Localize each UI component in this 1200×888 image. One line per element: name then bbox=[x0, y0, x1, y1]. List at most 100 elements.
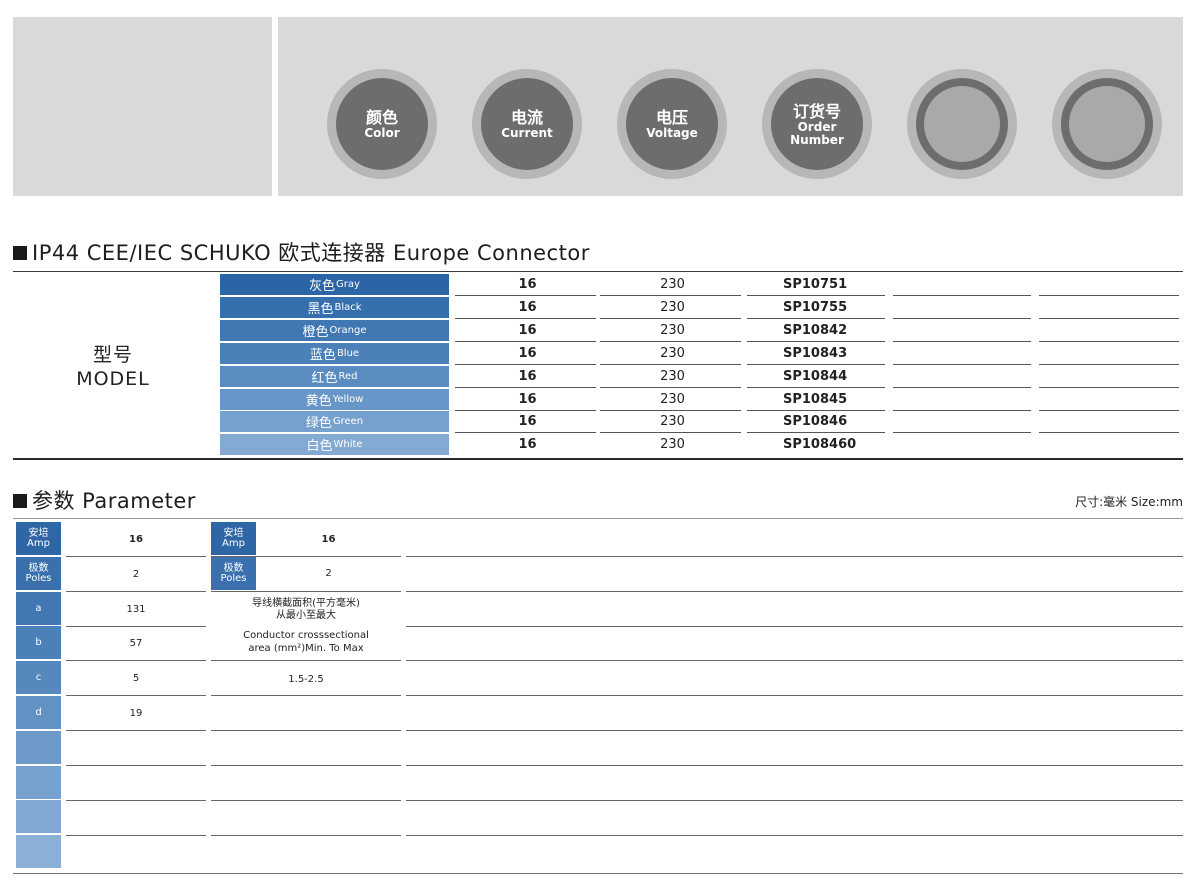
param-tag-en: Amp bbox=[27, 537, 50, 549]
badge-current-cn: 电流 bbox=[510, 108, 543, 127]
model-color-cell: 黄色 Yellow bbox=[220, 389, 449, 410]
title-square-icon bbox=[13, 494, 27, 508]
order-number-value: SP10844 bbox=[783, 369, 848, 384]
row-divider bbox=[893, 295, 1031, 296]
row-divider bbox=[893, 364, 1031, 365]
param-row-divider bbox=[406, 556, 1183, 557]
param-tag-en: c bbox=[35, 671, 42, 683]
voltage-value: 230 bbox=[660, 323, 685, 338]
row-divider bbox=[600, 318, 741, 319]
row-divider bbox=[455, 341, 596, 342]
param-value: 131 bbox=[126, 604, 146, 615]
param-row-divider bbox=[406, 765, 1183, 766]
param-right-amp-tag: 安培 Amp bbox=[211, 522, 256, 555]
model-color-cell: 绿色 Green bbox=[220, 411, 449, 432]
param-right-amp-value: 16 bbox=[321, 534, 336, 545]
param-row-divider bbox=[66, 591, 206, 592]
row-divider bbox=[1039, 410, 1179, 411]
conductor-en-line1: Conductor crosssectional bbox=[243, 630, 369, 641]
color-cn: 绿色 bbox=[305, 416, 332, 431]
badge-order-en: Order Number bbox=[790, 119, 844, 147]
row-divider bbox=[455, 364, 596, 365]
model-label-cn: 型号 bbox=[92, 344, 133, 366]
row-divider bbox=[600, 364, 741, 365]
order-number-value: SP10846 bbox=[783, 414, 848, 429]
param-tag-en: b bbox=[35, 636, 42, 648]
color-cn: 红色 bbox=[311, 371, 338, 386]
model-label: 型号 MODEL bbox=[13, 343, 213, 391]
color-cn: 灰色 bbox=[309, 279, 336, 294]
param-value: 2 bbox=[132, 569, 140, 580]
param-right-poles-en: Poles bbox=[220, 572, 247, 584]
voltage-value: 230 bbox=[660, 392, 685, 407]
param-row-divider bbox=[211, 660, 401, 661]
row-divider bbox=[600, 387, 741, 388]
param-title-text: 参数 Parameter bbox=[32, 489, 196, 513]
color-en: Gray bbox=[336, 279, 360, 290]
param-row-divider bbox=[406, 835, 1183, 836]
param-row-divider bbox=[66, 800, 206, 801]
param-row-divider bbox=[66, 835, 206, 836]
row-divider bbox=[455, 295, 596, 296]
param-value: 16 bbox=[129, 534, 143, 545]
row-divider bbox=[1039, 295, 1179, 296]
row-divider bbox=[1039, 432, 1179, 433]
voltage-value: 230 bbox=[660, 437, 685, 452]
color-en: White bbox=[333, 439, 363, 450]
current-value: 16 bbox=[518, 346, 537, 361]
badge-order-cn: 订货号 bbox=[792, 101, 841, 121]
badge-color: 颜色 Color bbox=[327, 69, 437, 179]
voltage-value: 230 bbox=[660, 369, 685, 384]
param-value: 5 bbox=[132, 673, 140, 684]
param-right-poles-value: 2 bbox=[325, 568, 332, 579]
row-divider bbox=[893, 432, 1031, 433]
color-en: Green bbox=[332, 416, 364, 427]
current-value: 16 bbox=[518, 437, 537, 452]
color-en: Orange bbox=[329, 325, 367, 336]
model-title-text: IP44 CEE/IEC SCHUKO 欧式连接器 Europe Connect… bbox=[32, 241, 590, 265]
model-color-cell: 蓝色 Blue bbox=[220, 343, 449, 364]
current-value: 16 bbox=[518, 277, 537, 292]
param-top-rule bbox=[13, 518, 1183, 519]
param-tag bbox=[16, 766, 61, 799]
row-divider bbox=[747, 341, 885, 342]
model-color-cell: 白色 White bbox=[220, 434, 449, 455]
row-divider bbox=[600, 432, 741, 433]
color-en: Red bbox=[338, 371, 358, 382]
order-number-value: SP10845 bbox=[783, 392, 848, 407]
color-cn: 橙色 bbox=[302, 325, 329, 340]
param-right-poles-cn: 极数 bbox=[223, 562, 244, 574]
param-tag: d bbox=[16, 696, 61, 729]
param-row-divider bbox=[211, 591, 401, 592]
param-tag-en: a bbox=[35, 602, 42, 614]
param-value: 19 bbox=[129, 708, 143, 719]
param-row-divider bbox=[66, 730, 206, 731]
param-row-divider bbox=[211, 730, 401, 731]
param-value: 57 bbox=[129, 638, 143, 649]
size-unit-note: 尺寸:毫米 Size:mm bbox=[1075, 495, 1183, 509]
param-tag-en: d bbox=[35, 706, 42, 718]
header-legend-panel: 颜色 Color 电流 Current 电压 Voltage 订货号 Order… bbox=[278, 17, 1183, 196]
voltage-value: 230 bbox=[660, 277, 685, 292]
current-value: 16 bbox=[518, 414, 537, 429]
model-top-rule bbox=[13, 271, 1183, 272]
row-divider bbox=[1039, 318, 1179, 319]
current-value: 16 bbox=[518, 369, 537, 384]
badge-voltage-en: Voltage bbox=[646, 126, 698, 140]
row-divider bbox=[1039, 364, 1179, 365]
param-tag bbox=[16, 800, 61, 833]
order-number-value: SP10842 bbox=[783, 323, 848, 338]
row-divider bbox=[455, 387, 596, 388]
current-value: 16 bbox=[518, 323, 537, 338]
color-cn: 黄色 bbox=[305, 394, 332, 409]
header-image-panel bbox=[13, 17, 272, 196]
model-color-cell: 灰色 Gray bbox=[220, 274, 449, 295]
param-row-divider bbox=[211, 556, 401, 557]
param-row-divider bbox=[406, 800, 1183, 801]
param-bottom-rule bbox=[13, 873, 1183, 874]
row-divider bbox=[893, 341, 1031, 342]
order-number-value: SP10843 bbox=[783, 346, 848, 361]
color-cn: 黑色 bbox=[307, 302, 334, 317]
order-number-value: SP10751 bbox=[783, 277, 848, 292]
row-divider bbox=[747, 432, 885, 433]
